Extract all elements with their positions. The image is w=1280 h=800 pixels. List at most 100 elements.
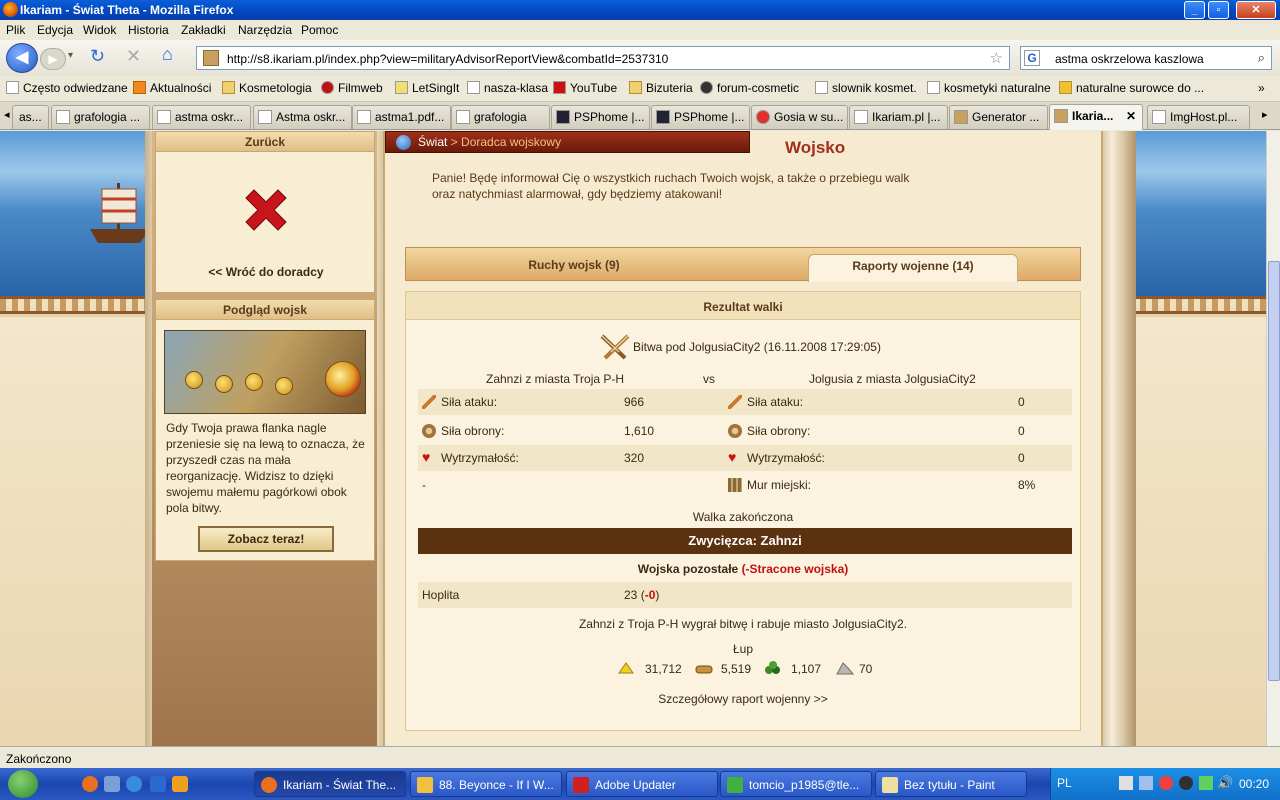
browser-tab[interactable]: Gosia w su... xyxy=(751,105,848,129)
menu-historia[interactable]: Historia xyxy=(128,23,169,37)
stamina-label: Wytrzymałość: xyxy=(441,451,519,465)
messenger-icon xyxy=(727,777,743,793)
taskbar-item[interactable]: Ikariam - Świat The... xyxy=(254,771,406,797)
detailed-report-link[interactable]: Szczegółowy raport wojenny >> xyxy=(406,692,1080,706)
reload-icon[interactable]: ↻ xyxy=(90,46,105,67)
back-to-advisor-link[interactable]: << Wróć do doradcy xyxy=(156,265,376,279)
bookmark-item[interactable]: naturalne surowce do ... xyxy=(1059,81,1204,95)
bookmark-item[interactable]: forum-cosmetic xyxy=(700,81,799,95)
menu-edycja[interactable]: Edycja xyxy=(37,23,73,37)
stamina-row: ♥ Wytrzymałość: 320 ♥ Wytrzymałość: 0 xyxy=(418,445,1072,471)
close-tab-icon[interactable]: ✕ xyxy=(1126,109,1136,123)
browser-tab[interactable]: ImgHost.pl... xyxy=(1147,105,1250,129)
red-x-icon[interactable] xyxy=(240,184,292,236)
browser-tab[interactable]: as... xyxy=(12,105,49,129)
attack-label: Siła ataku: xyxy=(441,395,498,409)
browser-tab[interactable]: grafologia ... xyxy=(51,105,150,129)
bookmark-item[interactable]: Aktualności xyxy=(133,81,211,95)
desktop-quicklaunch-icon[interactable] xyxy=(104,776,120,792)
browser-tab[interactable]: PSPhome |... xyxy=(651,105,750,129)
browser-tab[interactable]: grafologia xyxy=(451,105,550,129)
status-text: Zakończono xyxy=(6,752,72,766)
tab-war-reports[interactable]: Raporty wojenne (14) xyxy=(808,254,1018,282)
bookmark-item[interactable]: Filmweb xyxy=(321,81,383,95)
menu-plik[interactable]: Plik xyxy=(6,23,25,37)
network-icon[interactable] xyxy=(1139,776,1153,790)
heart-icon: ♥ xyxy=(422,449,431,465)
bookmarks-toolbar: Często odwiedzane Aktualności Kosmetolog… xyxy=(0,76,1280,102)
forward-button[interactable]: ▶ xyxy=(40,48,66,70)
youtube-icon xyxy=(553,81,566,94)
menu-pomoc[interactable]: Pomoc xyxy=(301,23,338,37)
menu-zakladki[interactable]: Zakładki xyxy=(181,23,226,37)
flower-icon xyxy=(756,110,770,124)
search-input[interactable]: astma oskrzelowa kaszlowa xyxy=(1055,52,1204,66)
browser-tab[interactable]: astma oskr... xyxy=(152,105,251,129)
tray-app-icon[interactable] xyxy=(1199,776,1213,790)
browser-tab-active[interactable]: Ikaria... ✕ xyxy=(1049,104,1143,130)
menu-widok[interactable]: Widok xyxy=(83,23,116,37)
start-button[interactable] xyxy=(8,770,38,798)
media-quicklaunch-icon[interactable] xyxy=(150,776,166,792)
search-icon[interactable]: ⌕ xyxy=(1258,50,1265,66)
google-icon[interactable]: G xyxy=(1024,50,1040,66)
marble-icon xyxy=(836,662,854,675)
tab-scroll-left-icon[interactable]: ◂ xyxy=(4,108,10,121)
minimize-button[interactable]: _ xyxy=(1184,1,1205,19)
firefox-icon xyxy=(261,777,277,793)
window-title: Ikariam - Świat Theta - Mozilla Firefox xyxy=(20,3,234,17)
bookmark-item[interactable]: slownik kosmet. xyxy=(815,81,917,95)
ie-quicklaunch-icon[interactable] xyxy=(126,776,142,792)
close-button[interactable]: ✕ xyxy=(1236,1,1276,19)
back-box: Zurück << Wróć do doradcy xyxy=(155,131,375,293)
browser-tab[interactable]: Generator ... xyxy=(949,105,1048,129)
bookmark-item[interactable]: kosmetyki naturalne xyxy=(927,81,1051,95)
remaining-troops-heading: Wojska pozostałe (-Stracone wojska) xyxy=(406,562,1080,576)
browser-tab[interactable]: PSPhome |... xyxy=(551,105,650,129)
bookmark-item[interactable]: YouTube xyxy=(553,81,617,95)
bookmark-item[interactable]: LetSingIt xyxy=(395,81,459,95)
clock[interactable]: 00:20 xyxy=(1239,777,1269,791)
tab-scroll-right-icon[interactable]: ▸ xyxy=(1262,108,1268,121)
browser-tab[interactable]: Ikariam.pl |... xyxy=(849,105,948,129)
see-now-button[interactable]: Zobacz teraz! xyxy=(198,526,334,552)
taskbar-item[interactable]: 88. Beyonce - If I W... xyxy=(410,771,562,797)
tab-troop-movements[interactable]: Ruchy wojsk (9) xyxy=(406,254,742,282)
advisor-tabs: Ruchy wojsk (9) Raporty wojenne (14) xyxy=(405,247,1081,282)
menu-narzedzia[interactable]: Narzędzia xyxy=(238,23,292,37)
bookmark-item[interactable]: Bizuteria xyxy=(629,81,693,95)
firefox-quicklaunch-icon[interactable] xyxy=(82,776,98,792)
bookmark-item[interactable]: Często odwiedzane xyxy=(6,81,128,95)
tray-app-icon[interactable] xyxy=(1179,776,1193,790)
browser-tab[interactable]: Astma oskr... xyxy=(253,105,352,129)
taskbar-item[interactable]: tomcio_p1985@tle... xyxy=(720,771,872,797)
breadcrumb: Świat > Doradca wojskowy xyxy=(385,131,750,153)
breadcrumb-world[interactable]: Świat xyxy=(418,135,447,149)
page-icon xyxy=(815,81,828,94)
taskbar-item[interactable]: Bez tytułu - Paint xyxy=(875,771,1027,797)
stop-icon[interactable]: ✕ xyxy=(126,46,141,67)
back-button[interactable]: ◀ xyxy=(6,43,38,73)
volume-icon[interactable]: 🔊 xyxy=(1217,775,1233,791)
taskbar-item[interactable]: Adobe Updater xyxy=(566,771,718,797)
bookmarks-overflow-icon[interactable]: » xyxy=(1258,81,1265,95)
language-indicator[interactable]: PL xyxy=(1057,776,1072,790)
bookmark-star-icon[interactable]: ☆ xyxy=(990,49,1003,67)
folder-icon xyxy=(222,81,235,94)
scrollbar-thumb[interactable] xyxy=(1268,261,1280,681)
tray-app-icon[interactable] xyxy=(1159,776,1173,790)
vertical-scrollbar[interactable] xyxy=(1266,131,1280,746)
browser-tab[interactable]: astma1.pdf... xyxy=(352,105,451,129)
home-icon[interactable]: ⌂ xyxy=(162,44,173,65)
bookmark-item[interactable]: nasza-klasa xyxy=(467,81,548,95)
player-quicklaunch-icon[interactable] xyxy=(172,776,188,792)
tray-app-icon[interactable] xyxy=(1119,776,1133,790)
search-box[interactable]: G astma oskrzelowa kaszlowa ⌕ xyxy=(1020,46,1272,70)
wall-label: Mur miejski: xyxy=(747,478,812,492)
url-bar[interactable]: http://s8.ikariam.pl/index.php?view=mili… xyxy=(196,46,1010,70)
ikariam-icon xyxy=(854,110,868,124)
bookmark-item[interactable]: Kosmetologia xyxy=(222,81,312,95)
maximize-button[interactable]: ▫ xyxy=(1208,1,1229,19)
troop-preview-box: Podgląd wojsk Gdy Twoja prawa flanka nag… xyxy=(155,299,375,561)
history-dropdown-icon[interactable]: ▾ xyxy=(68,50,73,61)
